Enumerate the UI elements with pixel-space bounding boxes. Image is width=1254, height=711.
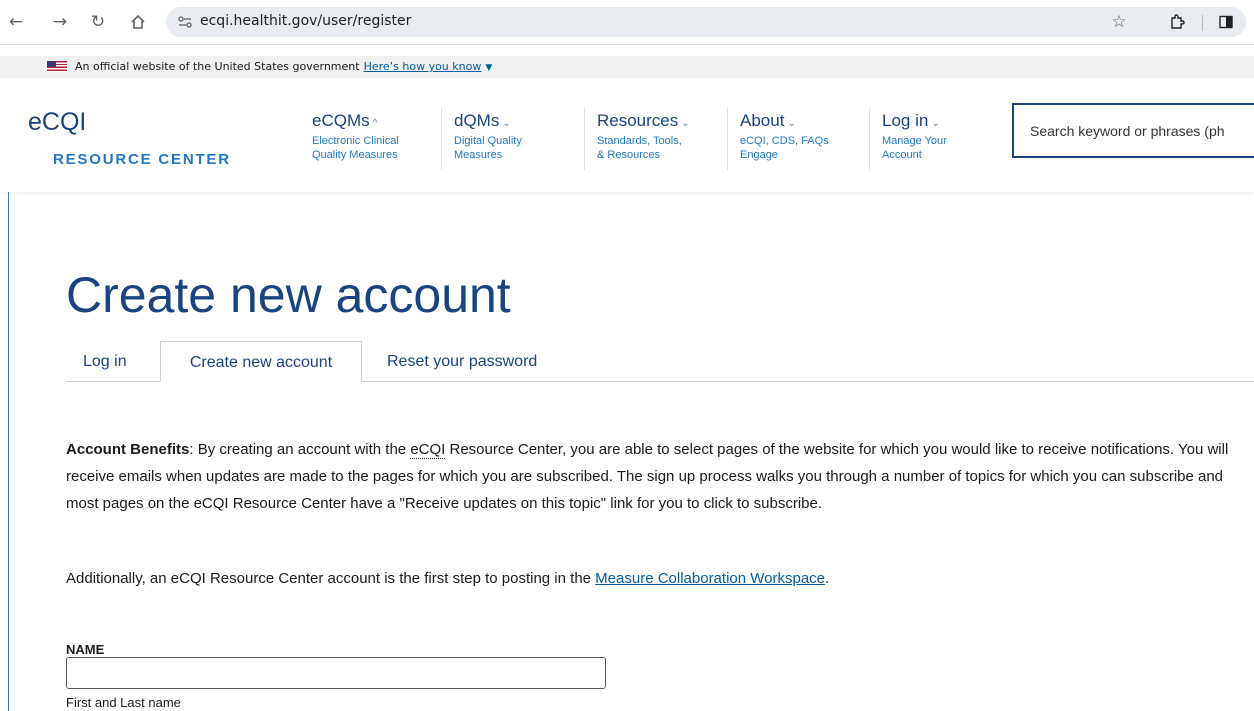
nav-login[interactable]: Log in ⌄ Manage Your Account xyxy=(882,111,947,162)
extensions-icon[interactable] xyxy=(1163,8,1191,36)
nav-about-sub2: Engage xyxy=(740,149,778,161)
name-field[interactable] xyxy=(66,657,606,689)
page-title: Create new account xyxy=(66,267,511,323)
nav-ecqms-sub2: Quality Measures xyxy=(312,149,398,161)
nav-divider xyxy=(441,108,442,170)
nav-about-sub1: eCQI, CDS, FAQs xyxy=(740,135,829,147)
side-panel-icon[interactable] xyxy=(1212,8,1240,36)
nav-ecqms[interactable]: eCQMs ^ Electronic Clinical Quality Measur… xyxy=(312,111,399,162)
nav-resources-sub1: Standards, Tools, xyxy=(597,135,682,147)
heres-how-you-know-link[interactable]: Here’s how you know xyxy=(364,60,482,73)
chevron-down-icon[interactable]: ⌄ xyxy=(931,118,939,129)
nav-resources-title[interactable]: Resources xyxy=(597,111,678,130)
nav-dqms-title[interactable]: dQMs xyxy=(454,111,499,130)
benefits-heading: Account Benefits xyxy=(66,441,190,458)
chevron-down-icon[interactable]: ⌄ xyxy=(502,118,510,129)
chevron-down-icon[interactable]: ▼ xyxy=(485,63,492,73)
name-hint: First and Last name xyxy=(66,695,181,710)
ecqi-abbreviation[interactable]: eCQI xyxy=(410,441,446,459)
nav-dqms[interactable]: dQMs ⌄ Digital Quality Measures xyxy=(454,111,522,162)
measure-collaboration-workspace-link[interactable]: Measure Collaboration Workspace xyxy=(595,570,825,587)
additional-paragraph: Additionally, an eCQI Resource Center ac… xyxy=(66,565,1246,592)
nav-ecqms-sub1: Electronic Clinical xyxy=(312,135,399,147)
page-left-border xyxy=(8,192,9,711)
url-text[interactable]: ecqi.healthit.gov/user/register xyxy=(200,13,411,29)
toolbar-divider xyxy=(1202,15,1203,31)
reload-icon[interactable]: ↻ xyxy=(84,8,112,36)
nav-divider xyxy=(584,108,585,170)
name-label: NAME xyxy=(66,642,105,657)
additional-text-1: Additionally, an eCQI Resource Center ac… xyxy=(66,570,596,587)
nav-resources[interactable]: Resources ⌄ Standards, Tools, & Resources xyxy=(597,111,690,162)
gov-banner-text: An official website of the United States… xyxy=(75,60,492,73)
nav-about[interactable]: About ⌄ eCQI, CDS, FAQs Engage xyxy=(740,111,829,162)
home-icon[interactable] xyxy=(124,8,152,36)
nav-divider xyxy=(869,108,870,170)
logo-resource-center[interactable]: RESOURCE CENTER xyxy=(53,151,231,168)
account-benefits-paragraph: Account Benefits: By creating an account… xyxy=(66,436,1246,517)
bookmark-star-icon[interactable]: ☆ xyxy=(1105,8,1133,36)
gov-banner-label: An official website of the United States… xyxy=(75,60,360,73)
benefits-text-1: : By creating an account with the xyxy=(189,441,411,458)
nav-login-title[interactable]: Log in xyxy=(882,111,928,130)
nav-about-title[interactable]: About xyxy=(740,111,784,130)
nav-login-sub2: Account xyxy=(882,149,922,161)
search-input[interactable]: Search keyword or phrases (ph xyxy=(1012,103,1254,158)
site-header: eCQI RESOURCE CENTER eCQMs ^ Electronic C… xyxy=(0,78,1254,192)
us-flag-icon xyxy=(47,61,67,72)
search-placeholder: Search keyword or phrases (ph xyxy=(1030,123,1225,139)
browser-toolbar: ← → ↻ ecqi.healthit.gov/user/register ☆ xyxy=(0,0,1254,45)
tab-create-new-account[interactable]: Create new account xyxy=(160,341,362,382)
nav-ecqms-title[interactable]: eCQMs xyxy=(312,111,370,130)
chevron-up-icon[interactable]: ^ xyxy=(373,118,378,129)
nav-dqms-sub2: Measures xyxy=(454,149,503,161)
account-tabs: Log in Create new account Reset your pas… xyxy=(66,341,1254,382)
forward-icon[interactable]: → xyxy=(46,8,74,36)
nav-login-sub1: Manage Your xyxy=(882,135,947,147)
back-icon[interactable]: ← xyxy=(2,8,30,36)
gov-banner: An official website of the United States… xyxy=(0,56,1254,78)
chevron-down-icon[interactable]: ⌄ xyxy=(681,118,689,129)
tab-log-in[interactable]: Log in xyxy=(83,341,127,381)
site-info-icon[interactable] xyxy=(178,15,192,29)
logo-ecqi[interactable]: eCQI xyxy=(28,108,86,137)
tab-reset-password[interactable]: Reset your password xyxy=(387,341,537,381)
nav-divider xyxy=(727,108,728,170)
nav-dqms-sub1: Digital Quality xyxy=(454,135,522,147)
additional-text-2: . xyxy=(825,570,830,587)
chevron-down-icon[interactable]: ⌄ xyxy=(787,118,795,129)
nav-resources-sub2: & Resources xyxy=(597,149,660,161)
